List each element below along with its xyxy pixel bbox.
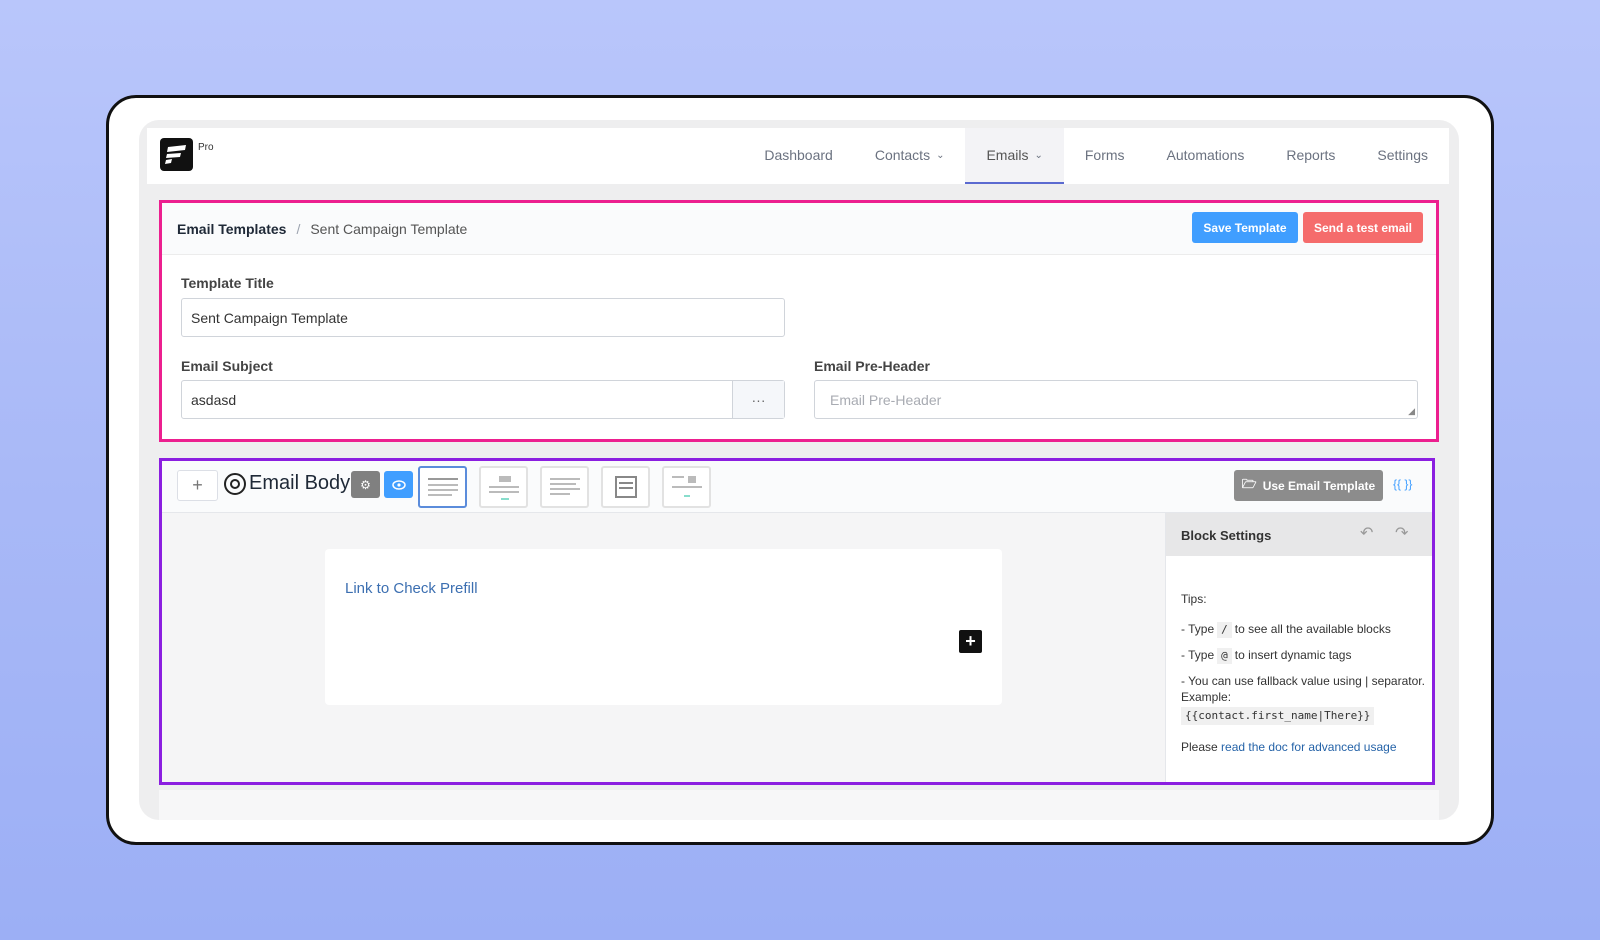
email-subject-value: asdasd xyxy=(191,391,237,408)
nav-label: Automations xyxy=(1166,147,1245,163)
top-navigation: Pro Dashboard Contacts ⌄ Emails ⌄ Forms Au… xyxy=(147,128,1449,184)
preview-eye-icon[interactable] xyxy=(384,471,413,498)
undo-icon[interactable]: ↶ xyxy=(1360,523,1373,543)
layout-option-document[interactable] xyxy=(601,466,650,508)
editor-toolbar: + Email Body ⚙ 🗁 Use Email Template {{}… xyxy=(162,461,1432,513)
tips-heading: Tips: xyxy=(1181,592,1207,606)
nav-dashboard[interactable]: Dashboard xyxy=(743,128,854,184)
merge-tags-button[interactable]: ··· xyxy=(732,381,784,418)
tip-text: - Type xyxy=(1181,648,1215,662)
nav-emails[interactable]: Emails ⌄ xyxy=(965,128,1064,184)
block-settings-title: Block Settings xyxy=(1181,528,1272,543)
help-lifebuoy-icon[interactable] xyxy=(224,473,246,495)
folder-icon: 🗁 xyxy=(1241,477,1257,491)
breadcrumb-current: Sent Campaign Template xyxy=(310,221,468,237)
email-preheader-label: Email Pre-Header xyxy=(814,358,930,374)
send-test-email-button[interactable]: Send a test email xyxy=(1303,212,1423,243)
settings-gear-icon[interactable]: ⚙ xyxy=(351,471,380,498)
tips-section: Tips: - Type / to see all the available bl… xyxy=(1181,591,1426,764)
breadcrumb: Email Templates / Sent Campaign Template xyxy=(177,221,467,237)
layout-option-plain[interactable] xyxy=(418,466,467,508)
doc-note-text: Please xyxy=(1181,740,1218,754)
block-settings-sidebar: Block Settings ↶ ↷ Tips: - Type / to see a… xyxy=(1165,513,1432,782)
nav-label: Contacts xyxy=(874,147,931,163)
fluentcrm-logo[interactable] xyxy=(160,138,193,171)
tip-at: - Type @ to insert dynamic tags xyxy=(1181,647,1426,664)
nav-label: Forms xyxy=(1084,147,1125,163)
breadcrumb-root-link[interactable]: Email Templates xyxy=(177,221,286,237)
nav-label: Reports xyxy=(1286,147,1336,163)
email-preheader-textarea[interactable]: Email Pre-Header ◢ xyxy=(814,380,1418,419)
email-subject-input[interactable]: asdasd ··· xyxy=(181,380,785,419)
docs-link[interactable]: read the doc for advanced usage xyxy=(1221,740,1396,754)
tip-text: - You can use fallback value using | sep… xyxy=(1181,674,1425,704)
nav-automations[interactable]: Automations xyxy=(1146,128,1266,184)
app-window: Pro Dashboard Contacts ⌄ Emails ⌄ Forms Au… xyxy=(139,120,1459,820)
add-block-button[interactable]: + xyxy=(177,470,218,501)
tip-key: / xyxy=(1217,622,1232,638)
plan-badge: Pro xyxy=(198,142,214,153)
tip-code-example: {{contact.first_name|There}} xyxy=(1181,707,1375,725)
template-title-label: Template Title xyxy=(181,275,274,291)
redo-icon[interactable]: ↷ xyxy=(1395,523,1408,543)
use-template-label: Use Email Template xyxy=(1262,478,1376,493)
logo-mark-icon xyxy=(165,145,186,164)
tip-fallback: - You can use fallback value using | sep… xyxy=(1181,673,1426,725)
prefill-link[interactable]: Link to Check Prefill xyxy=(345,580,478,597)
chevron-down-icon: ⌄ xyxy=(1034,149,1043,161)
template-details-panel: Email Templates / Sent Campaign Template… xyxy=(159,200,1439,442)
email-subject-label: Email Subject xyxy=(181,358,273,374)
tip-slash: - Type / to see all the available blocks xyxy=(1181,621,1426,638)
block-inserter-button[interactable]: + xyxy=(959,630,982,653)
block-settings-header: Block Settings ↶ ↷ xyxy=(1166,513,1432,556)
nav-label: Dashboard xyxy=(764,147,833,163)
nav-label: Settings xyxy=(1377,147,1428,163)
doc-note: Please read the doc for advanced usage xyxy=(1181,739,1426,755)
bottom-strip xyxy=(159,790,1439,820)
template-title-input[interactable]: Sent Campaign Template xyxy=(181,298,785,337)
smartcode-toggle-icon[interactable]: {{ }} xyxy=(1393,477,1412,491)
save-template-button[interactable]: Save Template xyxy=(1192,212,1298,243)
use-email-template-button[interactable]: 🗁 Use Email Template xyxy=(1234,470,1383,501)
tip-key: @ xyxy=(1217,648,1232,664)
email-body-editor: + Email Body ⚙ 🗁 Use Email Template {{}… xyxy=(159,458,1435,785)
breadcrumb-separator: / xyxy=(296,221,301,237)
nav-menu: Dashboard Contacts ⌄ Emails ⌄ Forms Automa… xyxy=(743,128,1449,184)
layout-option-simple-text[interactable] xyxy=(540,466,589,508)
preheader-placeholder: Email Pre-Header xyxy=(830,391,942,408)
chevron-down-icon: ⌄ xyxy=(936,149,945,161)
tip-text: to insert dynamic tags xyxy=(1234,648,1352,662)
resize-handle-icon[interactable]: ◢ xyxy=(1408,406,1415,417)
nav-label: Emails xyxy=(986,147,1029,163)
tip-text: - Type xyxy=(1181,622,1215,636)
editor-canvas: Link to Check Prefill + xyxy=(162,513,1165,782)
layout-option-image-header[interactable] xyxy=(479,466,528,508)
content-block[interactable]: Link to Check Prefill + xyxy=(325,549,1002,705)
nav-reports[interactable]: Reports xyxy=(1265,128,1356,184)
nav-contacts[interactable]: Contacts ⌄ xyxy=(854,128,966,184)
layout-option-code-image[interactable] xyxy=(662,466,711,508)
email-body-title: Email Body xyxy=(249,472,351,494)
tip-text: to see all the available blocks xyxy=(1234,622,1391,636)
app-frame: Pro Dashboard Contacts ⌄ Emails ⌄ Forms Au… xyxy=(106,95,1494,845)
nav-forms[interactable]: Forms xyxy=(1064,128,1146,184)
nav-settings[interactable]: Settings xyxy=(1356,128,1449,184)
header-bar: Email Templates / Sent Campaign Template… xyxy=(162,203,1436,255)
